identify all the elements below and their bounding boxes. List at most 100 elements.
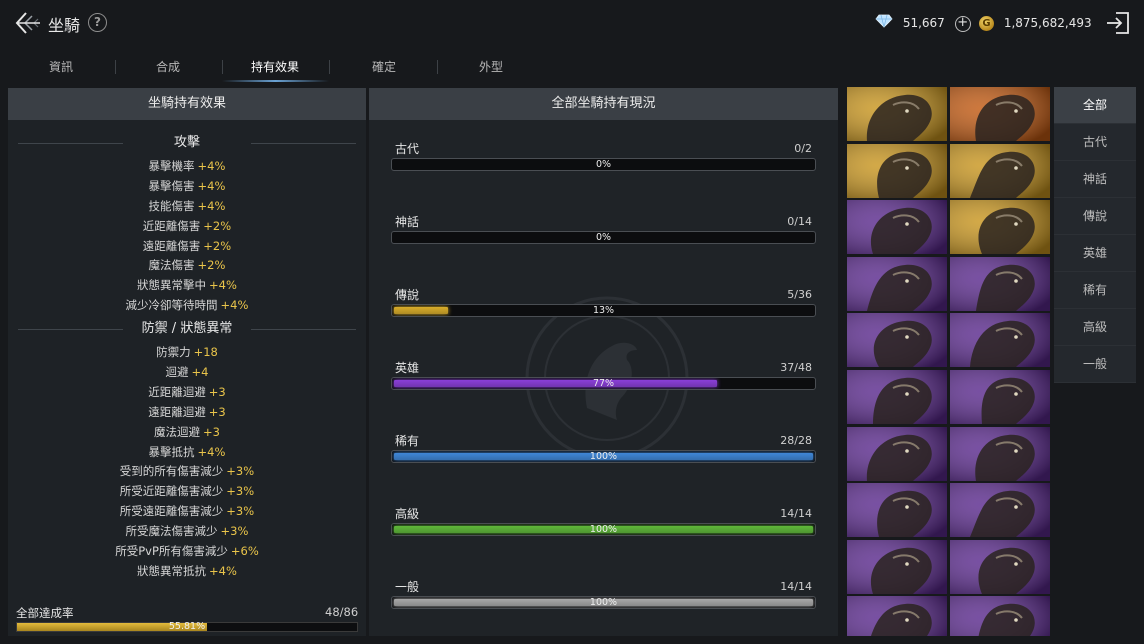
add-diamond-button[interactable]: + bbox=[954, 15, 971, 32]
effect-name: 狀態異常抵抗 bbox=[137, 563, 207, 578]
effect-name: 近距離迴避 bbox=[148, 384, 206, 399]
armored-horse-mount-icon bbox=[847, 143, 947, 198]
griffin-mount-icon bbox=[950, 426, 1050, 481]
wyvern-mount-icon bbox=[950, 143, 1050, 198]
mount-portrait[interactable] bbox=[950, 256, 1050, 311]
effect-row: 迴避 +4 bbox=[8, 363, 366, 383]
filter-common[interactable]: 一般 bbox=[1054, 346, 1136, 383]
filter-mythic[interactable]: 神話 bbox=[1054, 161, 1136, 198]
mount-portrait[interactable] bbox=[950, 143, 1050, 198]
help-button[interactable]: ? bbox=[88, 13, 107, 32]
gold-coin-icon: G bbox=[979, 16, 994, 31]
tab-divider bbox=[437, 60, 438, 74]
grade-progress-bar: 77% bbox=[391, 377, 816, 390]
filter-all[interactable]: 全部 bbox=[1054, 87, 1136, 124]
mount-portrait[interactable] bbox=[847, 87, 947, 141]
filter-ancient[interactable]: 古代 bbox=[1054, 124, 1136, 161]
effect-name: 所受遠距離傷害減少 bbox=[119, 504, 224, 519]
horse-mount-icon bbox=[950, 539, 1050, 594]
back-button[interactable] bbox=[12, 8, 42, 38]
mount-portrait[interactable] bbox=[847, 539, 947, 594]
mount-portrait[interactable] bbox=[847, 256, 947, 311]
effect-value: +3% bbox=[220, 524, 249, 539]
grade-filter-list: 全部 古代 神話 傳說 英雄 稀有 高級 一般 bbox=[1054, 87, 1136, 383]
grade-percent: 77% bbox=[592, 378, 615, 389]
grade-percent: 100% bbox=[589, 451, 618, 462]
effect-row: 近距離迴避 +3 bbox=[8, 383, 366, 403]
grade-count: 37/48 bbox=[780, 361, 812, 374]
mount-portrait-grid[interactable] bbox=[847, 87, 1051, 636]
mount-portrait[interactable] bbox=[847, 143, 947, 198]
filter-advanced[interactable]: 高級 bbox=[1054, 309, 1136, 346]
filter-rare[interactable]: 稀有 bbox=[1054, 272, 1136, 309]
page-title: 坐騎 bbox=[48, 16, 81, 35]
mount-portrait[interactable] bbox=[950, 483, 1050, 538]
mount-portrait[interactable] bbox=[950, 313, 1050, 368]
diamond-icon bbox=[875, 14, 893, 34]
mount-portrait[interactable] bbox=[950, 539, 1050, 594]
drake-mount-icon bbox=[950, 313, 1050, 368]
effect-row: 暴擊機率 +4% bbox=[8, 157, 366, 177]
effect-row: 受到的所有傷害減少 +3% bbox=[8, 462, 366, 482]
grade-row-legendary: 傳說 5/36 13% bbox=[389, 286, 818, 336]
effect-name: 減少冷卻等待時間 bbox=[125, 298, 218, 313]
filter-legendary[interactable]: 傳說 bbox=[1054, 198, 1136, 235]
effects-scroll-list[interactable]: 攻擊 暴擊機率 +4% 暴擊傷害 +4% 技能傷害 +4% 近距離傷害 +2% 遠距離傷害 +2%… bbox=[8, 132, 366, 584]
effect-name: 防禦力 bbox=[156, 345, 191, 360]
mount-portrait[interactable] bbox=[950, 200, 1050, 255]
tab-synthesis[interactable]: 合成 bbox=[128, 58, 208, 75]
grade-count: 14/14 bbox=[780, 580, 812, 593]
mount-portrait[interactable] bbox=[950, 596, 1050, 636]
tab-confirm[interactable]: 確定 bbox=[344, 58, 424, 75]
ram-mount-icon bbox=[847, 539, 947, 594]
grade-percent: 100% bbox=[589, 524, 618, 535]
back-arrow-icon bbox=[15, 12, 40, 34]
effect-value: +3% bbox=[226, 484, 255, 499]
tab-appearance[interactable]: 外型 bbox=[451, 58, 531, 75]
grade-count: 5/36 bbox=[787, 288, 812, 301]
beast-mount-icon bbox=[847, 596, 947, 636]
exit-button[interactable] bbox=[1104, 10, 1132, 36]
grade-percent: 0% bbox=[595, 159, 612, 170]
tab-holding-effects[interactable]: 持有效果 bbox=[235, 58, 315, 75]
mount-portrait[interactable] bbox=[847, 370, 947, 424]
gold-amount: 1,875,682,493 bbox=[1003, 16, 1092, 30]
mount-portrait[interactable] bbox=[847, 313, 947, 368]
filter-heroic[interactable]: 英雄 bbox=[1054, 235, 1136, 272]
grade-row-mythic: 神話 0/14 0% bbox=[389, 213, 818, 263]
effect-value: +3 bbox=[208, 404, 226, 419]
grade-name: 神話 bbox=[395, 215, 420, 229]
effect-value: +4% bbox=[209, 278, 237, 293]
mount-portrait[interactable] bbox=[950, 370, 1050, 424]
grade-row-ancient: 古代 0/2 0% bbox=[389, 140, 818, 190]
grade-name: 高級 bbox=[395, 507, 420, 521]
bird-mount-icon bbox=[950, 256, 1050, 311]
grade-percent: 100% bbox=[589, 597, 618, 608]
effect-name: 迴避 bbox=[165, 365, 189, 380]
grade-progress-bar: 100% bbox=[391, 596, 816, 609]
grade-percent: 0% bbox=[595, 232, 612, 243]
mount-portrait[interactable] bbox=[847, 483, 947, 538]
grade-name: 稀有 bbox=[395, 434, 420, 448]
effect-value: +6% bbox=[230, 544, 259, 559]
effect-row: 狀態異常擊中 +4% bbox=[8, 276, 366, 296]
effect-value: +4% bbox=[197, 444, 226, 459]
horned-mount-icon bbox=[847, 426, 947, 481]
grade-row-common: 一般 14/14 100% bbox=[389, 578, 818, 628]
grade-row-rare: 稀有 28/28 100% bbox=[389, 432, 818, 482]
grade-progress-bar: 0% bbox=[391, 158, 816, 171]
tab-divider bbox=[115, 60, 116, 74]
mount-status-panel: 全部坐騎持有現況 古代 0/2 0% 神話 0/14 0% 傳說 5/36 13% 英雄 37/48… bbox=[369, 88, 838, 636]
effect-row: 暴擊傷害 +4% bbox=[8, 177, 366, 197]
mount-portrait[interactable] bbox=[847, 596, 947, 636]
effect-value: +3 bbox=[208, 384, 226, 399]
mount-portrait[interactable] bbox=[847, 200, 947, 255]
armored-beast-mount-icon bbox=[847, 200, 947, 255]
tab-bar: 資訊 合成 持有效果 確定 外型 bbox=[0, 50, 840, 86]
effect-name: 狀態異常擊中 bbox=[137, 278, 207, 293]
mount-portrait[interactable] bbox=[847, 426, 947, 481]
mount-portrait[interactable] bbox=[950, 426, 1050, 481]
effect-value: +2% bbox=[197, 258, 226, 273]
tab-info[interactable]: 資訊 bbox=[21, 58, 101, 75]
mount-portrait[interactable] bbox=[950, 87, 1050, 141]
